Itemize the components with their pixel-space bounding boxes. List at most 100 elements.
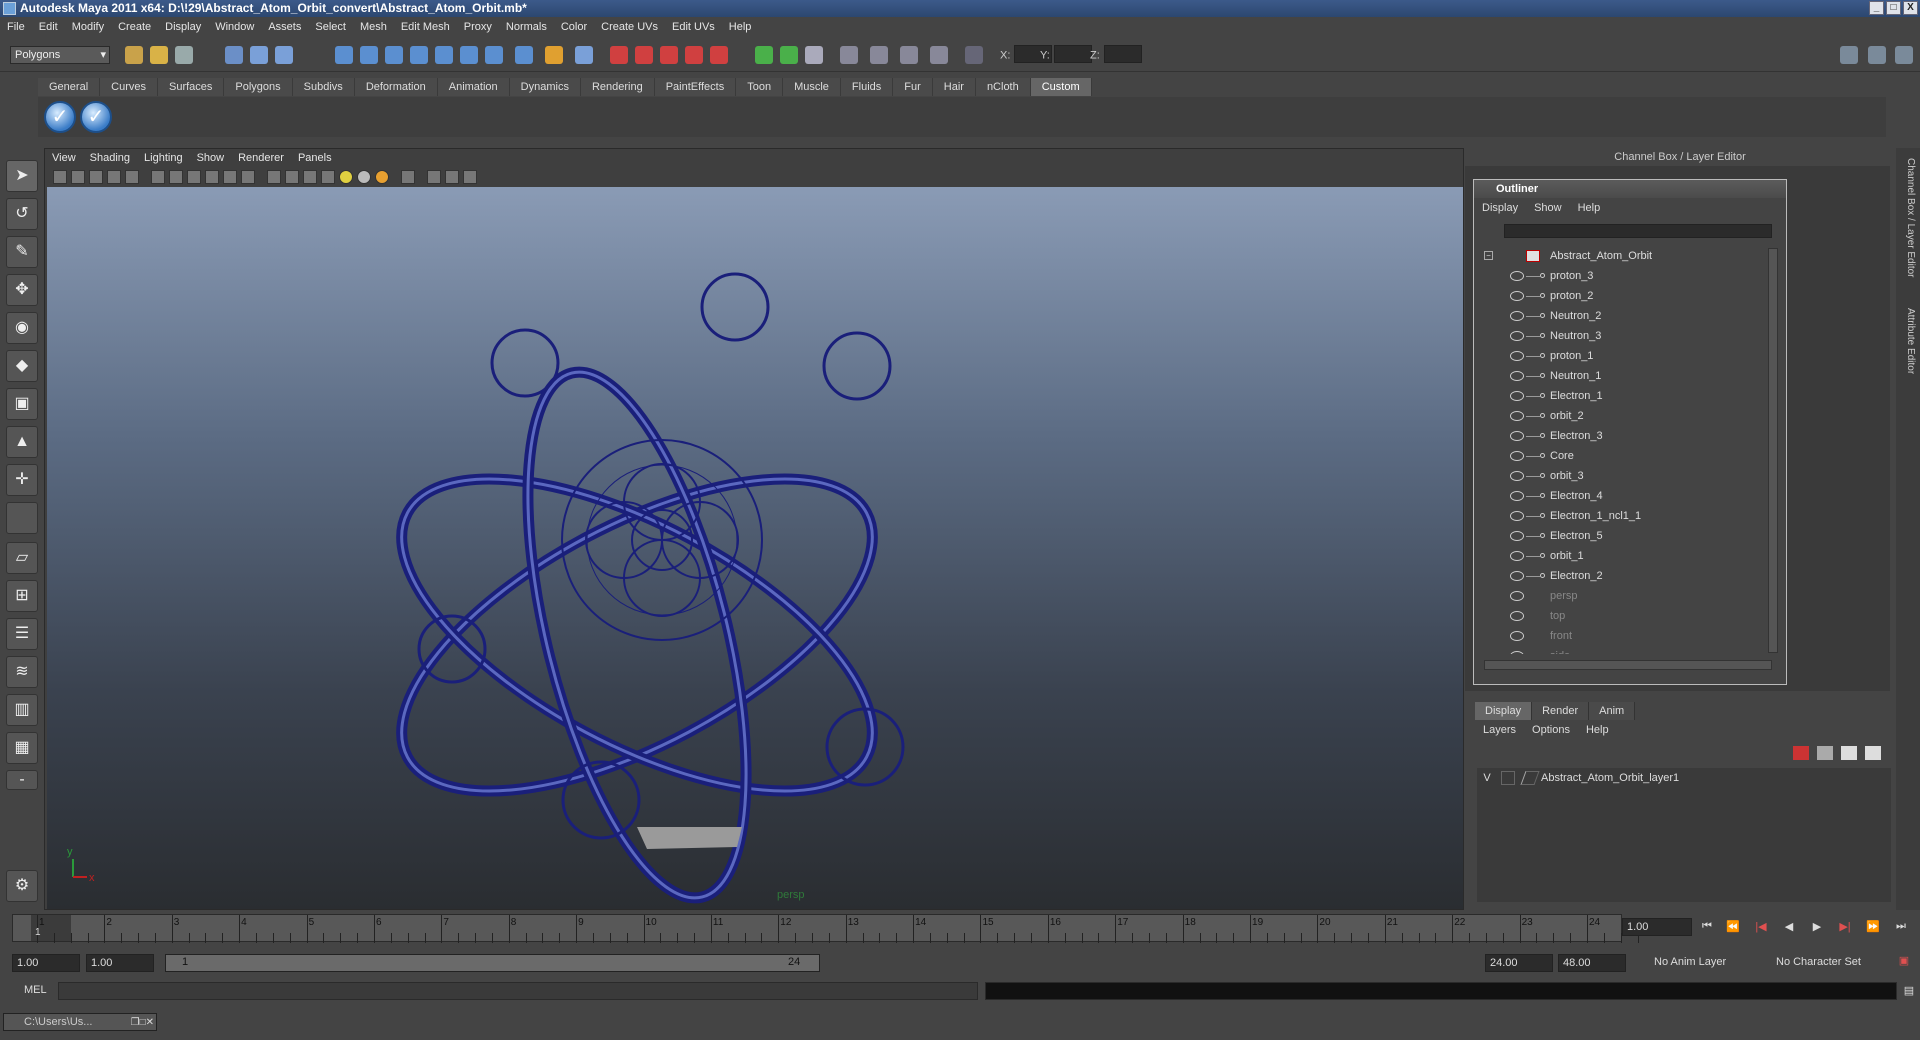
outliner-item[interactable]: orbit_3 (1480, 466, 1770, 486)
shelf-tab-animation[interactable]: Animation (437, 78, 510, 96)
render-view-icon[interactable] (710, 46, 728, 64)
render-settings-icon[interactable] (660, 46, 678, 64)
new-layer-selected-icon[interactable] (1793, 746, 1809, 760)
range-slider[interactable]: 1 24 (165, 954, 820, 972)
rotate-tool-icon[interactable]: ◉ (6, 312, 38, 344)
step-back-key-icon[interactable]: |◀ (1752, 920, 1770, 934)
field-chart-icon[interactable] (205, 170, 219, 184)
outliner-item[interactable]: Neutron_3 (1480, 326, 1770, 346)
step-forward-icon[interactable]: ⏩ (1864, 920, 1882, 934)
layer-visibility-toggle[interactable]: V (1477, 768, 1497, 788)
layer-up-icon[interactable] (1841, 746, 1857, 760)
outliner-menu-help[interactable]: Help (1570, 202, 1609, 214)
scale-tool-icon[interactable]: ◆ (6, 350, 38, 382)
close-button[interactable]: X (1903, 1, 1918, 15)
shelf-tab-muscle[interactable]: Muscle (783, 78, 841, 96)
shelf-tab-fur[interactable]: Fur (893, 78, 933, 96)
input-line-icon[interactable] (755, 46, 773, 64)
image-plane-icon[interactable] (107, 170, 121, 184)
outliner-item[interactable]: Core (1480, 446, 1770, 466)
step-back-icon[interactable]: ⏪ (1724, 920, 1742, 934)
timeline-track[interactable]: 1 2 3 4 5 6 7 8 9 10 11 12 13 14 15 16 17 18 19 20 21 22 23 24 … (12, 914, 1639, 943)
camera-attr-icon[interactable] (71, 170, 85, 184)
safe-title-icon[interactable] (241, 170, 255, 184)
menu-select[interactable]: Select (308, 21, 353, 33)
auto-key-icon[interactable]: ▣ (1895, 954, 1913, 968)
playback-end-field[interactable]: 24.00 (1485, 954, 1553, 972)
menu-assets[interactable]: Assets (261, 21, 308, 33)
layer-menu-help[interactable]: Help (1578, 724, 1617, 736)
maximize-button[interactable]: □ (1886, 1, 1901, 15)
lock-icon[interactable] (545, 46, 563, 64)
hypershade-icon[interactable] (685, 46, 703, 64)
shelf-tab-painteffects[interactable]: PaintEffects (654, 78, 737, 96)
playback-start-field[interactable]: 1.00 (86, 954, 154, 972)
open-scene-icon[interactable] (150, 46, 168, 64)
show-manip-icon[interactable]: ✛ (6, 464, 38, 496)
new-layer-icon[interactable] (1817, 746, 1833, 760)
z-input[interactable] (1103, 45, 1142, 63)
film-gate-icon[interactable] (151, 170, 165, 184)
select-object-icon[interactable] (250, 46, 268, 64)
outliner-item[interactable]: Electron_3 (1480, 426, 1770, 446)
vp-menu-shading[interactable]: Shading (83, 152, 137, 164)
script-icon[interactable]: ⚙ (6, 870, 38, 902)
menu-edit-mesh[interactable]: Edit Mesh (394, 21, 457, 33)
menu-create[interactable]: Create (111, 21, 158, 33)
tab-attribute-editor[interactable]: Attribute Editor (1900, 308, 1916, 374)
shelf-tab-deformation[interactable]: Deformation (354, 78, 438, 96)
go-to-end-icon[interactable]: ⏭ (1892, 920, 1910, 934)
shelf-tab-fluids[interactable]: Fluids (840, 78, 894, 96)
character-set-dropdown[interactable]: No Character Set (1772, 954, 1882, 972)
gate-mask-icon[interactable] (187, 170, 201, 184)
camera-select-icon[interactable] (53, 170, 67, 184)
menu-edit[interactable]: Edit (32, 21, 65, 33)
new-scene-icon[interactable] (125, 46, 143, 64)
resolution-gate-icon[interactable] (169, 170, 183, 184)
last-tool-icon[interactable] (6, 502, 38, 534)
menu-file[interactable]: File (0, 21, 32, 33)
universal-manip-icon[interactable]: ▣ (6, 388, 38, 420)
menu-modify[interactable]: Modify (65, 21, 111, 33)
textured-icon[interactable] (321, 170, 335, 184)
vp-menu-show[interactable]: Show (190, 152, 232, 164)
layer-tab-display[interactable]: Display (1475, 702, 1533, 720)
current-frame-field[interactable]: 1.00 (1622, 918, 1692, 936)
outliner-item[interactable]: orbit_1 (1480, 546, 1770, 566)
go-to-start-icon[interactable]: ⏮ (1698, 920, 1716, 934)
shelf-tab-toon[interactable]: Toon (736, 78, 784, 96)
layer-menu-layers[interactable]: Layers (1475, 724, 1524, 736)
hud-icon[interactable] (463, 170, 477, 184)
shadows-icon[interactable] (375, 170, 389, 184)
minimized-window[interactable]: C:\Users\Us... ❐□✕ (3, 1013, 157, 1031)
vp-menu-panels[interactable]: Panels (291, 152, 339, 164)
layer-color-swatch[interactable] (1520, 771, 1540, 785)
safe-action-icon[interactable] (223, 170, 237, 184)
layout-toggle-icon[interactable] (1840, 46, 1858, 64)
shelf-tab-curves[interactable]: Curves (100, 78, 158, 96)
smooth-shade-icon[interactable] (285, 170, 299, 184)
minimize-button[interactable]: _ (1869, 1, 1884, 15)
all-lights-icon[interactable] (357, 170, 371, 184)
outliner-item[interactable]: Electron_1 (1480, 386, 1770, 406)
channel-toggle-icon[interactable] (1868, 46, 1886, 64)
make-live-icon[interactable] (435, 46, 453, 64)
outliner-camera-item[interactable]: front (1480, 626, 1770, 646)
default-light-icon[interactable] (339, 170, 353, 184)
sidebar-toggle-icon[interactable] (805, 46, 823, 64)
four-view-icon[interactable]: ⊞ (6, 580, 38, 612)
select-hierarchy-icon[interactable] (225, 46, 243, 64)
snap-plane-icon[interactable] (410, 46, 428, 64)
shelf-tab-hair[interactable]: Hair (932, 78, 976, 96)
outliner-hscrollbar[interactable] (1484, 660, 1772, 670)
grid-icon[interactable] (125, 170, 139, 184)
xray-icon[interactable] (427, 170, 441, 184)
persp-graph-icon[interactable]: ≋ (6, 656, 38, 688)
layer-type-toggle[interactable] (1501, 771, 1515, 785)
isolate-select-icon[interactable] (401, 170, 415, 184)
menu-edit-uvs[interactable]: Edit UVs (665, 21, 722, 33)
vp-menu-renderer[interactable]: Renderer (231, 152, 291, 164)
shelf-tab-dynamics[interactable]: Dynamics (509, 78, 581, 96)
step-forward-key-icon[interactable]: ▶| (1836, 920, 1854, 934)
history-icon[interactable] (460, 46, 478, 64)
